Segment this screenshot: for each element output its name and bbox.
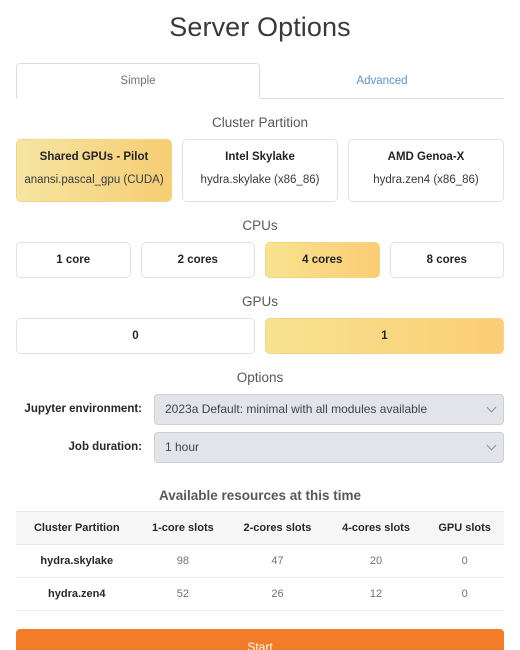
job-duration-select[interactable]: 1 hour <box>154 431 504 463</box>
tab-advanced-label: Advanced <box>356 75 408 87</box>
row-2-cores-slots: 26 <box>228 577 327 611</box>
cpu-options: 1 core 2 cores 4 cores 8 cores <box>16 241 504 278</box>
cluster-partition-heading: Cluster Partition <box>211 115 309 130</box>
cpu-option-2-cores[interactable]: 2 cores <box>140 241 255 278</box>
gpu-option-0[interactable]: 0 <box>16 317 255 354</box>
tab-simple-label: Simple <box>120 75 156 87</box>
page-title: Server Options <box>169 12 351 42</box>
column-header-cluster-partition: Cluster Partition <box>16 510 138 545</box>
row-4-cores-slots: 12 <box>326 577 426 611</box>
partition-option-intel-skylake[interactable]: Intel Skylake hydra.skylake (x86_86) <box>182 139 338 202</box>
gpu-option-1[interactable]: 1 <box>265 317 504 354</box>
gpus-heading: GPUs <box>241 293 278 309</box>
tab-simple[interactable]: Simple <box>16 63 260 99</box>
jupyter-environment-row: Jupyter environment: 2023a Default: mini… <box>16 393 504 425</box>
row-gpu-slots: 0 <box>425 577 504 611</box>
available-resources-title: Available resources at this time <box>158 487 362 503</box>
job-duration-row: Job duration: 1 hour <box>16 431 504 463</box>
available-resources-table: Cluster Partition 1-core slots 2-cores s… <box>16 510 504 611</box>
server-options-page: Server Options Simple Advanced Cluster P… <box>0 0 520 650</box>
row-partition-name: hydra.zen4 <box>16 577 138 611</box>
cpu-option-4-cores[interactable]: 4 cores <box>265 241 380 278</box>
cpu-option-8-cores[interactable]: 8 cores <box>389 241 504 278</box>
table-row: hydra.skylake 98 47 20 0 <box>16 544 504 578</box>
column-header-1-core-slots: 1-core slots <box>137 510 229 545</box>
row-1-core-slots: 98 <box>137 544 229 578</box>
gpu-options: 0 1 <box>16 317 504 354</box>
partition-option-subtitle: anansi.pascal_gpu (CUDA) <box>24 173 164 186</box>
row-1-core-slots: 52 <box>137 577 229 611</box>
jupyter-environment-select-wrap: 2023a Default: minimal with all modules … <box>154 393 504 425</box>
partition-option-shared-gpus-pilot[interactable]: Shared GPUs - Pilot anansi.pascal_gpu (C… <box>16 139 172 202</box>
partition-option-title: Intel Skylake <box>225 151 295 163</box>
job-duration-select-wrap: 1 hour <box>154 431 504 463</box>
partition-option-amd-genoa-x[interactable]: AMD Genoa-X hydra.zen4 (x86_86) <box>348 139 504 202</box>
row-2-cores-slots: 47 <box>228 544 327 578</box>
start-button[interactable]: Start <box>16 628 504 650</box>
tab-bar: Simple Advanced <box>16 63 504 99</box>
cluster-partition-options: Shared GPUs - Pilot anansi.pascal_gpu (C… <box>16 139 504 202</box>
partition-option-title: Shared GPUs - Pilot <box>39 151 149 163</box>
column-header-4-cores-slots: 4-cores slots <box>326 510 426 545</box>
partition-option-subtitle: hydra.skylake (x86_86) <box>200 173 320 186</box>
tab-advanced[interactable]: Advanced <box>260 63 504 98</box>
row-partition-name: hydra.skylake <box>16 544 138 578</box>
table-row: hydra.zen4 52 26 12 0 <box>16 577 504 611</box>
partition-option-title: AMD Genoa-X <box>387 151 465 163</box>
row-4-cores-slots: 20 <box>326 544 426 578</box>
job-duration-label: Job duration: <box>68 441 142 454</box>
column-header-gpu-slots: GPU slots <box>425 510 504 545</box>
partition-option-subtitle: hydra.zen4 (x86_86) <box>373 173 479 186</box>
options-heading: Options <box>236 369 284 385</box>
table-header-row: Cluster Partition 1-core slots 2-cores s… <box>16 510 504 545</box>
row-gpu-slots: 0 <box>425 544 504 578</box>
jupyter-environment-label: Jupyter environment: <box>24 403 142 416</box>
jupyter-environment-select[interactable]: 2023a Default: minimal with all modules … <box>154 393 504 425</box>
cpus-heading: CPUs <box>242 217 278 233</box>
column-header-2-cores-slots: 2-cores slots <box>228 510 327 545</box>
cpu-option-1-core[interactable]: 1 core <box>16 241 131 278</box>
